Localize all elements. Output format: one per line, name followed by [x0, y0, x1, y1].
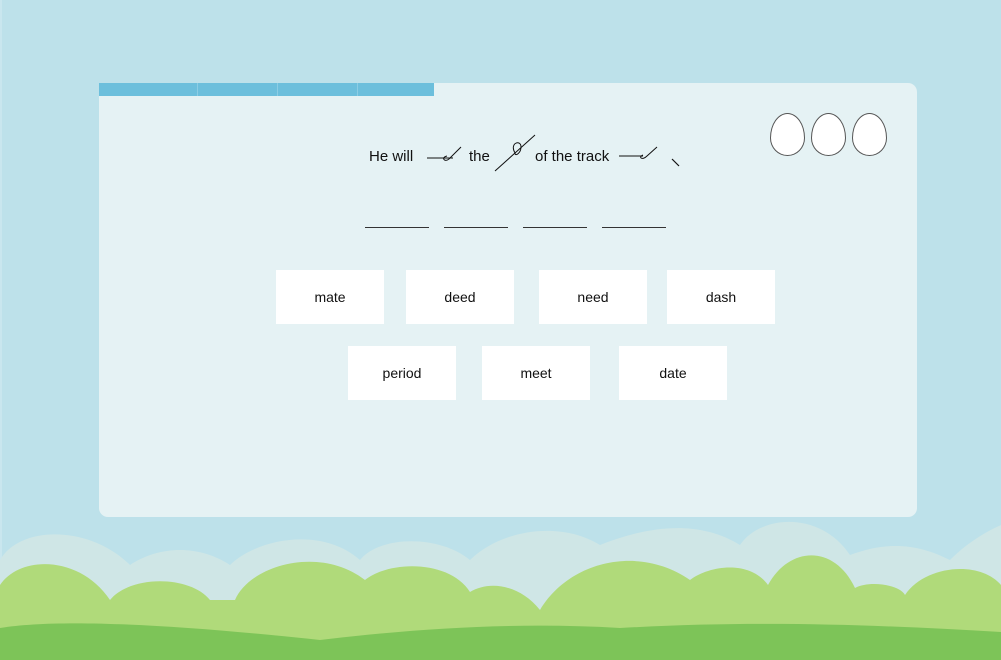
- word-tile-meet[interactable]: meet: [482, 346, 590, 400]
- comma-icon: [671, 158, 680, 167]
- answer-slot[interactable]: [602, 213, 666, 228]
- egg-icon: [811, 113, 846, 156]
- exercise-card: He will the of the track mate deed need …: [99, 83, 917, 517]
- answer-slot[interactable]: [523, 213, 587, 228]
- word-tile-period[interactable]: period: [348, 346, 456, 400]
- egg-icon: [852, 113, 887, 156]
- lives-eggs: [770, 113, 887, 156]
- word-tile-date[interactable]: date: [619, 346, 727, 400]
- word-tile-need[interactable]: need: [539, 270, 647, 324]
- word-tile-dash[interactable]: dash: [667, 270, 775, 324]
- progress-divider: [357, 83, 358, 96]
- progress-divider: [277, 83, 278, 96]
- outline-3-icon: [619, 146, 658, 159]
- outline-2-icon: [494, 134, 536, 172]
- front-hills: [0, 623, 1001, 660]
- outline-1-icon: [427, 146, 462, 161]
- progress-bar: [99, 83, 917, 96]
- progress-divider: [197, 83, 198, 96]
- answer-slot[interactable]: [444, 213, 508, 228]
- progress-fill: [99, 83, 435, 96]
- egg-icon: [770, 113, 805, 156]
- word-tile-deed[interactable]: deed: [406, 270, 514, 324]
- sentence-word: He will: [369, 148, 414, 165]
- sentence-word: the: [469, 148, 490, 165]
- sentence-word: of the track: [535, 148, 610, 165]
- answer-slot[interactable]: [365, 213, 429, 228]
- word-tile-mate[interactable]: mate: [276, 270, 384, 324]
